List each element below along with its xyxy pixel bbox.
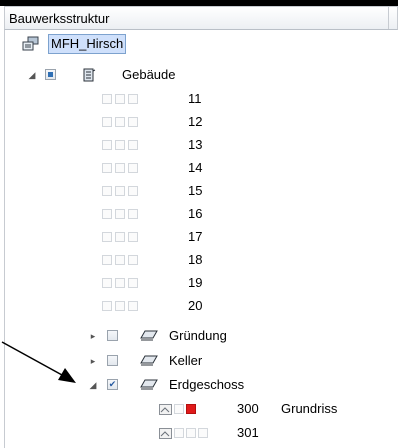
- drawing-number: 300: [237, 401, 259, 416]
- visibility-box-icon[interactable]: [128, 301, 138, 311]
- visibility-box-icon[interactable]: [115, 301, 125, 311]
- floor-label: 17: [188, 229, 203, 244]
- project-icon: [22, 36, 39, 51]
- level-checkbox[interactable]: ✔: [107, 379, 118, 390]
- visibility-box-icon[interactable]: [102, 301, 112, 311]
- tree-node-floor[interactable]: 15: [5, 180, 398, 202]
- floor-label: 14: [188, 160, 203, 175]
- visibility-box-icon[interactable]: [174, 428, 184, 438]
- visibility-box-icon[interactable]: [128, 278, 138, 288]
- tree-node-floor[interactable]: 13: [5, 134, 398, 156]
- panel-title: Bauwerksstruktur: [9, 11, 110, 26]
- visibility-box-icon[interactable]: [115, 117, 125, 127]
- visibility-box-icon[interactable]: [128, 94, 138, 104]
- visibility-box-icon[interactable]: [102, 140, 112, 150]
- visibility-box-icon[interactable]: [102, 255, 112, 265]
- visibility-box-icon[interactable]: [115, 278, 125, 288]
- tree-node-floor[interactable]: 20: [5, 295, 398, 317]
- visibility-box-icon[interactable]: [115, 163, 125, 173]
- floor-label: 12: [188, 114, 203, 129]
- active-layer-marker-icon[interactable]: [186, 404, 196, 414]
- tree-node-floor[interactable]: 17: [5, 226, 398, 248]
- visibility-box-icon[interactable]: [115, 209, 125, 219]
- drawing-file-icon[interactable]: [159, 404, 172, 415]
- visibility-box-icon[interactable]: [128, 232, 138, 242]
- visibility-box-icon[interactable]: [102, 94, 112, 104]
- tree-node-floor[interactable]: 11: [5, 88, 398, 110]
- tree-node-floor[interactable]: 16: [5, 203, 398, 225]
- floor-label: 20: [188, 298, 203, 313]
- building-checkbox[interactable]: [45, 69, 56, 80]
- tree-node-drawing[interactable]: 300 Grundriss: [5, 398, 398, 420]
- tree-node-floor[interactable]: 14: [5, 157, 398, 179]
- visibility-box-icon[interactable]: [115, 255, 125, 265]
- visibility-box-icon[interactable]: [102, 117, 112, 127]
- slab-icon: [140, 355, 158, 366]
- level-checkbox[interactable]: [107, 330, 118, 341]
- floor-label: 13: [188, 137, 203, 152]
- visibility-box-icon[interactable]: [102, 186, 112, 196]
- visibility-box-icon[interactable]: [174, 404, 184, 414]
- building-icon: [83, 68, 96, 82]
- floor-label: 18: [188, 252, 203, 267]
- floor-label: 11: [188, 91, 202, 106]
- drawing-number: 301: [237, 425, 259, 440]
- annotation-arrow-icon: [1, 341, 76, 383]
- floor-label: 15: [188, 183, 203, 198]
- building-label: Gebäude: [122, 67, 176, 82]
- level-label: Gründung: [169, 328, 227, 343]
- visibility-box-icon[interactable]: [115, 186, 125, 196]
- header-column-separator[interactable]: [388, 7, 389, 29]
- visibility-box-icon[interactable]: [198, 428, 208, 438]
- visibility-box-icon[interactable]: [128, 117, 138, 127]
- slab-icon: [140, 330, 158, 341]
- visibility-box-icon[interactable]: [102, 232, 112, 242]
- visibility-box-icon[interactable]: [128, 140, 138, 150]
- project-label[interactable]: MFH_Hirsch: [48, 34, 127, 54]
- tree-node-drawing[interactable]: 301: [5, 422, 398, 444]
- visibility-box-icon[interactable]: [115, 94, 125, 104]
- visibility-box-icon[interactable]: [102, 209, 112, 219]
- level-label: Keller: [169, 353, 203, 368]
- visibility-box-icon[interactable]: [102, 163, 112, 173]
- tree-node-floor[interactable]: 19: [5, 272, 398, 294]
- expand-chevron-icon[interactable]: ◢: [27, 70, 37, 80]
- drawing-file-icon[interactable]: [159, 428, 172, 439]
- drawing-name: Grundriss: [281, 401, 338, 416]
- visibility-box-icon[interactable]: [115, 140, 125, 150]
- slab-icon: [140, 379, 158, 390]
- tree-node-floor[interactable]: 18: [5, 249, 398, 271]
- visibility-box-icon[interactable]: [128, 163, 138, 173]
- visibility-box-icon[interactable]: [186, 428, 196, 438]
- visibility-box-icon[interactable]: [102, 278, 112, 288]
- visibility-box-icon[interactable]: [115, 232, 125, 242]
- floor-label: 19: [188, 275, 203, 290]
- level-label: Erdgeschoss: [169, 377, 245, 392]
- visibility-box-icon[interactable]: [128, 186, 138, 196]
- level-checkbox[interactable]: [107, 355, 118, 366]
- panel-header[interactable]: Bauwerksstruktur: [4, 6, 398, 30]
- tree-node-floor[interactable]: 12: [5, 111, 398, 133]
- tree-node-project[interactable]: MFH_Hirsch: [5, 33, 398, 55]
- tree-node-building[interactable]: ◢ Gebäude: [5, 64, 398, 86]
- visibility-box-icon[interactable]: [128, 209, 138, 219]
- floor-label: 16: [188, 206, 203, 221]
- visibility-box-icon[interactable]: [128, 255, 138, 265]
